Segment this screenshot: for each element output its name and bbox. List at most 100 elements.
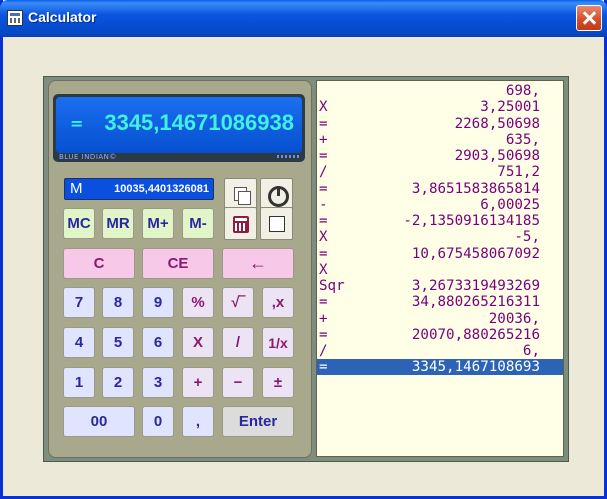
calculator-mode-button[interactable] — [224, 207, 257, 240]
tape-row[interactable]: = -2,1350916134185 — [317, 213, 563, 229]
display-screen: = 3345,14671086938 — [56, 97, 302, 153]
tape-value: 20070,880265216 — [411, 326, 540, 343]
brand-decoration — [277, 155, 299, 158]
tape-operator: - — [319, 196, 328, 213]
brand-label: BLUE INDIAN© — [59, 153, 117, 161]
tape-row[interactable]: Sqr 3,2673319493269 — [317, 278, 563, 294]
mr-button[interactable]: MR — [102, 208, 134, 239]
tape-operator: = — [319, 245, 328, 262]
calculator-app-icon — [7, 10, 23, 26]
tape-value: -2,1350916134185 — [403, 213, 540, 229]
tape-operator: = — [319, 213, 328, 229]
divide-button[interactable]: / — [222, 327, 254, 358]
tape-value: 3,2673319493269 — [411, 278, 540, 294]
tape-value: 3,25001 — [480, 99, 540, 116]
window-title: Calculator — [28, 9, 97, 25]
tape-value: 6, — [522, 343, 540, 359]
main-display: = 3345,14671086938 BLUE INDIAN© — [53, 94, 305, 162]
calculator-icon — [233, 216, 249, 233]
power-icon — [268, 186, 289, 207]
tape-row[interactable]: +635, — [317, 132, 563, 148]
key-7[interactable]: 7 — [63, 287, 95, 318]
tape-value: 20036, — [488, 310, 540, 327]
tape-operator: / — [319, 164, 328, 181]
tape-operator: + — [319, 131, 328, 148]
tape-value: 3,8651583865814 — [411, 180, 540, 197]
tape-value: 751,2 — [497, 164, 540, 181]
tape-value: 635, — [505, 131, 540, 148]
tape-operator: = — [319, 326, 328, 343]
enter-button[interactable]: Enter — [222, 406, 294, 437]
key-5[interactable]: 5 — [102, 327, 134, 358]
tape-value: 34,880265216311 — [411, 294, 540, 311]
display-operator: = — [70, 114, 84, 133]
tape-value: 2268,50698 — [454, 115, 540, 132]
tape-row[interactable]: X 3,25001 — [317, 99, 563, 115]
tape-row[interactable]: X -5, — [317, 229, 563, 245]
percent-button[interactable]: % — [182, 287, 214, 318]
key-0[interactable]: 0 — [142, 406, 174, 437]
tape-row[interactable]: X — [317, 262, 563, 278]
tape-row[interactable]: = 20070,880265216 — [317, 327, 563, 343]
mc-button[interactable]: MC — [63, 208, 95, 239]
plus-button[interactable]: + — [182, 367, 214, 398]
tape-row[interactable]: = 3,8651583865814 — [317, 181, 563, 197]
memory-display: M 10035,4401326081 — [64, 178, 214, 200]
checkbox-button[interactable] — [260, 207, 293, 240]
title-bar[interactable]: Calculator — [0, 0, 607, 37]
minus-button[interactable]: − — [222, 367, 254, 398]
clear-entry-button[interactable]: CE — [142, 248, 214, 279]
close-button[interactable] — [576, 5, 602, 31]
tape-row[interactable]: / 751,2 — [317, 164, 563, 180]
decimal-comma-button[interactable]: , — [182, 406, 214, 437]
tape-operator: X — [319, 99, 328, 116]
m-minus-button[interactable]: M- — [182, 208, 214, 239]
tape-row[interactable]: +20036, — [317, 311, 563, 327]
copy-icon-back — [238, 191, 251, 205]
key-4[interactable]: 4 — [63, 327, 95, 358]
negate-button[interactable]: ± — [262, 367, 294, 398]
tape-row[interactable]: = 2903,50698 — [317, 148, 563, 164]
tape-row[interactable]: - 6,00025 — [317, 197, 563, 213]
tape-row[interactable]: = 34,880265216311 — [317, 294, 563, 310]
tape-row[interactable]: = 2268,50698 — [317, 116, 563, 132]
tape-operator: Sqr — [319, 278, 345, 294]
multiply-button[interactable]: X — [182, 327, 214, 358]
key-2[interactable]: 2 — [102, 367, 134, 398]
key-00[interactable]: 00 — [63, 406, 135, 437]
tape-row[interactable]: 698, — [317, 83, 563, 99]
tape-operator: = — [319, 148, 328, 164]
tape-panel[interactable]: 698, X 3,25001 = 2268,50698 +635, = 2903,50698/… — [316, 80, 564, 457]
tape-operator: = — [319, 180, 328, 197]
decimal-places-button[interactable]: ,x — [262, 287, 294, 318]
tape-value: 2903,50698 — [454, 148, 540, 164]
sqrt-button[interactable]: √‾ — [222, 287, 254, 318]
key-8[interactable]: 8 — [102, 287, 134, 318]
tape-operator: X — [319, 229, 328, 246]
tape-value: 698, — [505, 83, 540, 99]
tape-row[interactable]: / 6, — [317, 343, 563, 359]
tape-row[interactable]: = 10,675458067092 — [317, 246, 563, 262]
tape-operator: X — [319, 261, 328, 278]
key-3[interactable]: 3 — [142, 367, 174, 398]
tape-row[interactable]: = 3345,1467108693 — [317, 359, 563, 376]
checkbox-icon — [269, 216, 285, 232]
tape-value: -5, — [514, 229, 540, 246]
memory-value: 10035,4401326081 — [114, 183, 209, 195]
tape-value: 10,675458067092 — [411, 245, 540, 262]
reciprocal-button[interactable]: 1/x — [262, 327, 294, 358]
tape-operator: = — [319, 359, 328, 376]
tape-value: 6,00025 — [480, 196, 540, 213]
tape-value: 3345,1467108693 — [411, 359, 540, 376]
clear-button[interactable]: C — [63, 248, 135, 279]
tape-operator: / — [319, 343, 328, 359]
tape-operator: + — [319, 310, 328, 327]
m-plus-button[interactable]: M+ — [142, 208, 174, 239]
key-6[interactable]: 6 — [142, 327, 174, 358]
key-9[interactable]: 9 — [142, 287, 174, 318]
tape-operator: = — [319, 294, 328, 311]
backspace-button[interactable]: ← — [222, 248, 294, 279]
tape-operator: = — [319, 115, 328, 132]
key-1[interactable]: 1 — [63, 367, 95, 398]
display-value: 3345,14671086938 — [104, 110, 294, 135]
